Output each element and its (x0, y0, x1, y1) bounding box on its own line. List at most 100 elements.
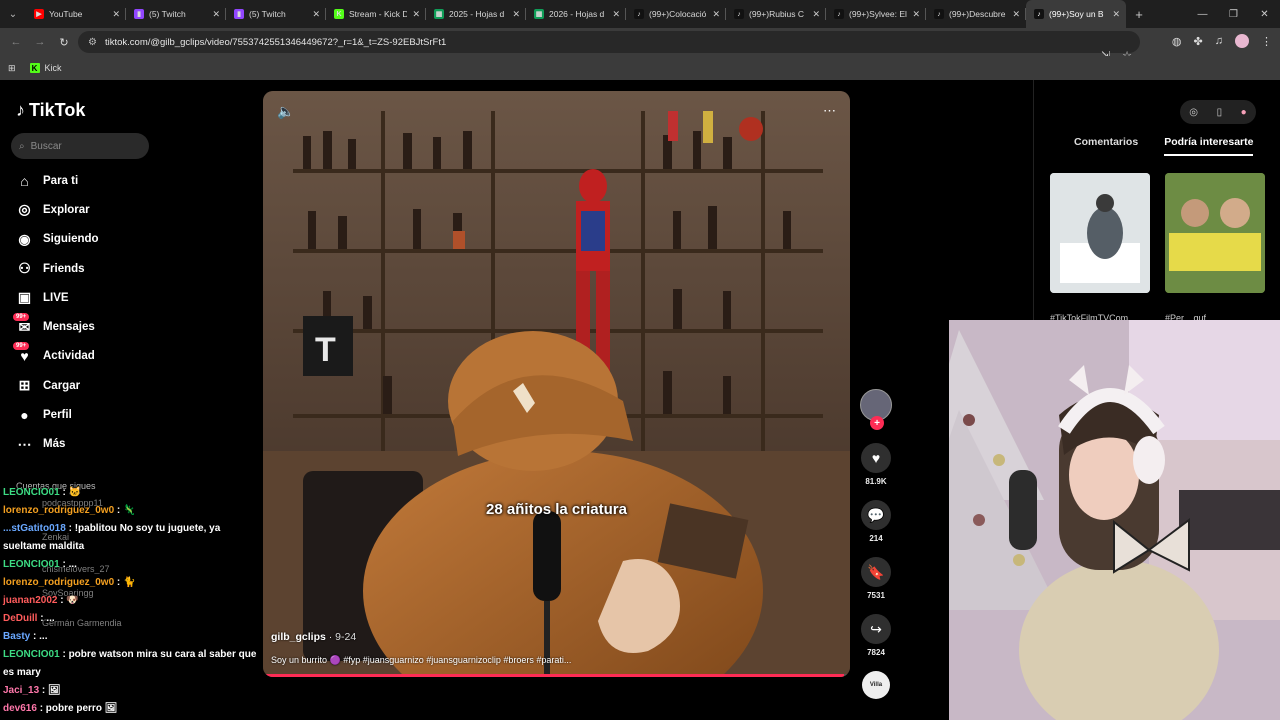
music-disc-icon[interactable]: Villa (862, 671, 890, 699)
right-panel-tabs: Comentarios Podría interesarte (1050, 136, 1270, 156)
new-tab-button[interactable]: + (1126, 7, 1152, 22)
suggested-video-thumb-1[interactable] (1050, 173, 1150, 293)
chat-username[interactable]: lorenzo_rodriguez_0w0 (3, 505, 114, 516)
chat-username[interactable]: LEONCIO01 (3, 559, 60, 570)
heart-icon[interactable]: ♥ (861, 443, 891, 473)
browser-tab[interactable]: ▦ 2026 - Hojas d ✕ (526, 0, 626, 28)
pig-avatar-icon[interactable]: ● (1241, 107, 1247, 118)
profile-avatar[interactable] (1235, 34, 1249, 48)
back-icon[interactable]: ← (4, 28, 28, 56)
mobile-icon[interactable]: ▯ (1217, 107, 1223, 118)
follow-plus-icon[interactable]: + (870, 416, 884, 430)
tab-close-icon[interactable]: ✕ (412, 9, 420, 20)
extensions-puzzle-icon[interactable]: ✤ (1194, 35, 1203, 48)
chat-username[interactable]: ...stGatito018 (3, 523, 66, 534)
tab-search-icon[interactable]: ⌄ (0, 0, 26, 28)
compass-small-icon[interactable]: ◎ (1189, 107, 1198, 118)
chat-username[interactable]: lorenzo_rodriguez_0w0 (3, 577, 114, 588)
chat-username[interactable]: LEONCIO01 (3, 487, 60, 498)
creator-avatar[interactable]: + (860, 389, 892, 430)
activity-icon: ♥ 99+ (13, 341, 33, 365)
nav-item-cargar[interactable]: ⊞ Cargar (0, 371, 160, 400)
save-count: 7531 (867, 591, 885, 600)
close-window-icon[interactable]: ✕ (1249, 0, 1280, 28)
video-more-icon[interactable]: ⋯ (823, 103, 836, 119)
browser-tab[interactable]: ▶ YouTube ✕ (26, 0, 126, 28)
tab-close-icon[interactable]: ✕ (912, 9, 920, 20)
media-control-icon[interactable]: ♫ (1215, 35, 1223, 47)
chat-username[interactable]: LEONCIO01 (3, 649, 60, 660)
minimize-icon[interactable]: — (1187, 0, 1218, 28)
nav-item-actividad[interactable]: ♥ 99+ Actividad (0, 341, 160, 371)
extension-icon-1[interactable]: ◍ (1172, 35, 1182, 48)
browser-tab[interactable]: K Stream - Kick D ✕ (326, 0, 426, 28)
share-action[interactable]: ↪ 7824 (858, 614, 894, 657)
video-progress-bar[interactable] (263, 674, 850, 677)
share-icon[interactable]: ↪ (861, 614, 891, 644)
video-player[interactable]: T 🔈 ⋯ 28 añitos la criatura gilb_gclips … (263, 91, 850, 677)
nav-item-m-s[interactable]: ⋯ Más (0, 430, 160, 459)
reload-icon[interactable]: ↻ (52, 28, 76, 56)
apps-grid-icon[interactable]: ⊞ (8, 63, 16, 74)
browser-tab[interactable]: ♪ (99+)Colocació ✕ (626, 0, 726, 28)
tab-close-icon[interactable]: ✕ (112, 9, 120, 20)
tab-close-icon[interactable]: ✕ (1012, 9, 1020, 20)
nav-item-explorar[interactable]: ◎ Explorar (0, 195, 160, 224)
video-date: · 9-24 (328, 631, 357, 643)
nav-item-para-ti[interactable]: ⌂ Para ti (0, 166, 160, 195)
save-action[interactable]: 🔖 7531 (858, 557, 894, 600)
tab-close-icon[interactable]: ✕ (512, 9, 520, 20)
tab-close-icon[interactable]: ✕ (212, 9, 220, 20)
nav-item-perfil[interactable]: ● Perfil (0, 400, 160, 429)
maximize-icon[interactable]: ❐ (1218, 0, 1249, 28)
tab-close-icon[interactable]: ✕ (312, 9, 320, 20)
profile-icon: ● (20, 407, 29, 424)
nav-label: Perfil (43, 409, 72, 422)
tab-close-icon[interactable]: ✕ (812, 9, 820, 20)
nav-item-live[interactable]: ▣ LIVE (0, 283, 160, 312)
tab-comentarios[interactable]: Comentarios (1050, 136, 1138, 156)
chat-username[interactable]: Basty (3, 631, 30, 642)
video-author[interactable]: gilb_gclips (271, 631, 326, 643)
site-info-icon[interactable]: ⚙ (88, 37, 97, 48)
tab-podria-interesarte[interactable]: Podría interesarte (1164, 136, 1254, 156)
video-description[interactable]: Soy un burrito 🟣 #fyp #juansguarnizo #ju… (271, 655, 571, 666)
chat-username[interactable]: juanan2002 (3, 595, 57, 606)
comment-action[interactable]: 💬 214 (858, 500, 894, 543)
browser-tab[interactable]: ▮ (5) Twitch ✕ (226, 0, 326, 28)
tiktok-logo[interactable]: ♪ TikTok (16, 100, 85, 121)
nav-badge: 99+ (13, 341, 30, 350)
browser-tab[interactable]: ♪ (99+)Descubre ✕ (926, 0, 1026, 28)
nav-item-mensajes[interactable]: ✉ 99+ Mensajes (0, 312, 160, 341)
chrome-menu-icon[interactable]: ⋮ (1261, 35, 1272, 48)
tab-close-icon[interactable]: ✕ (712, 9, 720, 20)
browser-tab[interactable]: ♪ (99+)Rubius C ✕ (726, 0, 826, 28)
video-subtitle: 28 añitos la criatura (486, 501, 627, 518)
chat-username[interactable]: dev616 (3, 703, 37, 714)
tab-list: ▶ YouTube ✕ ▮ (5) Twitch ✕ ▮ (5) Twitch ✕ K Stream… (26, 0, 1126, 28)
browser-tab[interactable]: ▦ 2025 - Hojas d ✕ (426, 0, 526, 28)
compass-icon: ◎ (18, 201, 31, 218)
chat-username[interactable]: Jaci_13 (3, 685, 39, 696)
nav-item-siguiendo[interactable]: ◉ Siguiendo (0, 225, 160, 254)
volume-icon[interactable]: 🔈 (277, 103, 294, 120)
url-text[interactable]: tiktok.com/@gilb_gclips/video/7553742551… (105, 37, 446, 48)
browser-tab[interactable]: ♪ (99+)Soy un B ✕ (1026, 0, 1126, 28)
search-input[interactable]: ⌕ Buscar (11, 133, 149, 159)
suggested-video-thumb-2[interactable] (1165, 173, 1265, 293)
browser-tab[interactable]: ▮ (5) Twitch ✕ (126, 0, 226, 28)
tab-close-icon[interactable]: ✕ (1112, 9, 1120, 20)
chat-text: : 🖼 (39, 685, 61, 696)
comment-icon[interactable]: 💬 (861, 500, 891, 530)
chat-username[interactable]: DeDuill (3, 613, 37, 624)
like-action[interactable]: ♥ 81.9K (858, 443, 894, 486)
bookmark-icon[interactable]: 🔖 (861, 557, 891, 587)
forward-icon[interactable]: → (28, 28, 52, 56)
browser-tab[interactable]: ♪ (99+)Sylvee: El ✕ (826, 0, 926, 28)
chat-message: Basty : ... (3, 628, 265, 646)
url-bar[interactable]: ⚙ tiktok.com/@gilb_gclips/video/75537425… (78, 31, 1140, 62)
like-count: 81.9K (865, 477, 887, 486)
bookmark-kick[interactable]: K Kick (29, 63, 62, 74)
tab-close-icon[interactable]: ✕ (612, 9, 620, 20)
nav-item-friends[interactable]: ⚇ Friends (0, 254, 160, 283)
